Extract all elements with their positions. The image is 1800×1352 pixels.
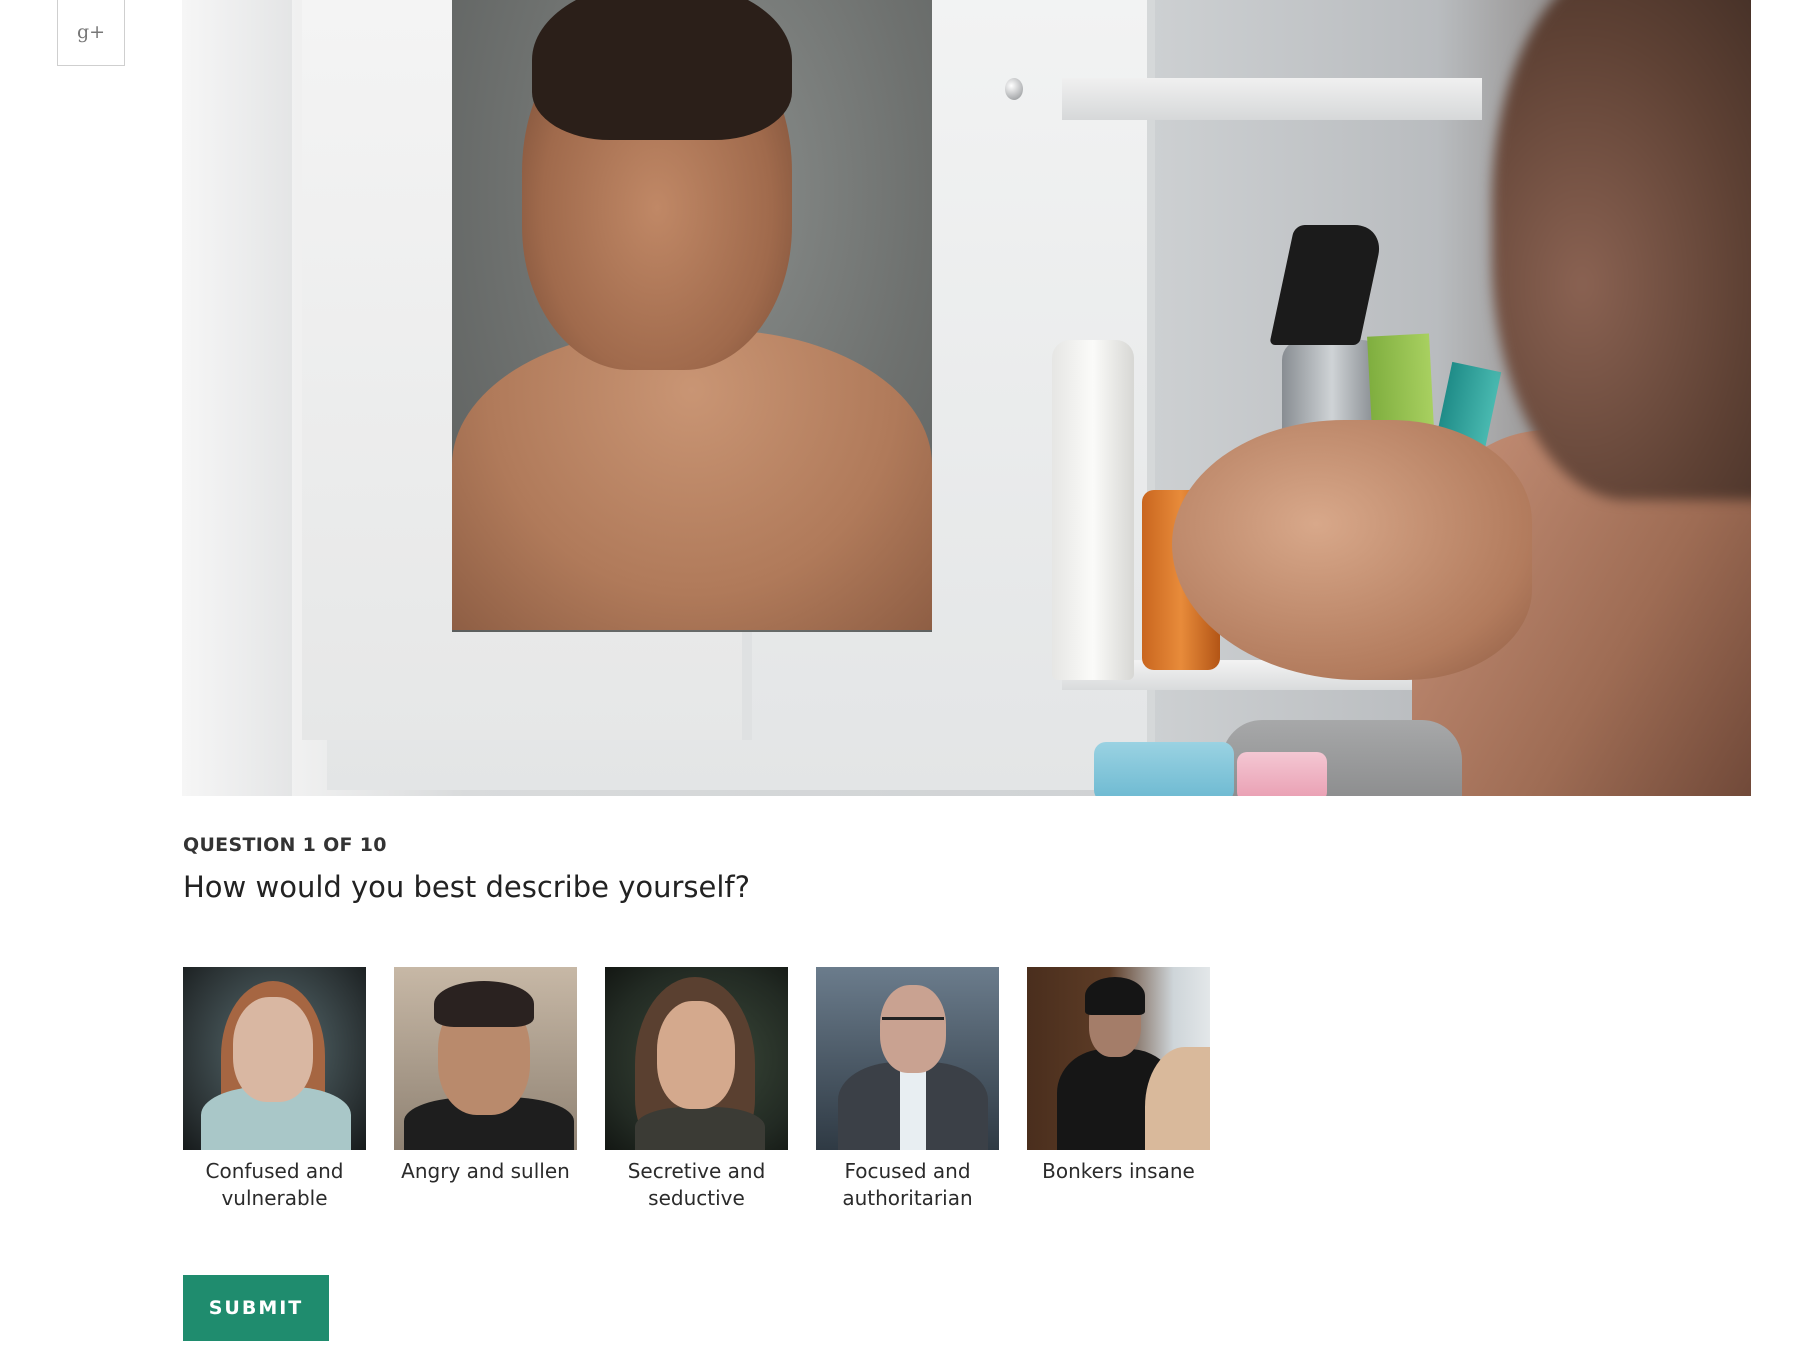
option-thumbnail[interactable] [605,967,788,1150]
option-thumbnail[interactable] [816,967,999,1150]
option-thumbnail[interactable] [183,967,366,1150]
google-plus-icon: g+ [76,21,106,43]
question-counter: QUESTION 1 OF 10 [183,834,387,856]
google-plus-share-button[interactable]: g+ [57,0,125,66]
answer-option-bonkers[interactable]: Bonkers insane [1027,967,1210,1212]
answer-option-angry[interactable]: Angry and sullen [394,967,577,1212]
option-caption: Secretive and seductive [627,1159,766,1210]
option-caption: Focused and authoritarian [842,1159,973,1210]
hero-image [182,0,1751,796]
option-thumbnail[interactable] [394,967,577,1150]
option-thumbnail[interactable] [1027,967,1210,1150]
option-caption: Angry and sullen [401,1159,570,1183]
quiz-page: g+ QUESTION 1 OF 10 How would you best d… [0,0,1800,1352]
option-caption: Confused and vulnerable [205,1159,344,1210]
submit-button[interactable]: SUBMIT [183,1275,329,1341]
answer-option-focused[interactable]: Focused and authoritarian [816,967,999,1212]
answer-option-confused[interactable]: Confused and vulnerable [183,967,366,1212]
question-title: How would you best describe yourself? [183,870,751,904]
answer-options: Confused and vulnerable Angry and sullen… [183,967,1210,1212]
option-caption: Bonkers insane [1042,1159,1195,1183]
answer-option-secretive[interactable]: Secretive and seductive [605,967,788,1212]
